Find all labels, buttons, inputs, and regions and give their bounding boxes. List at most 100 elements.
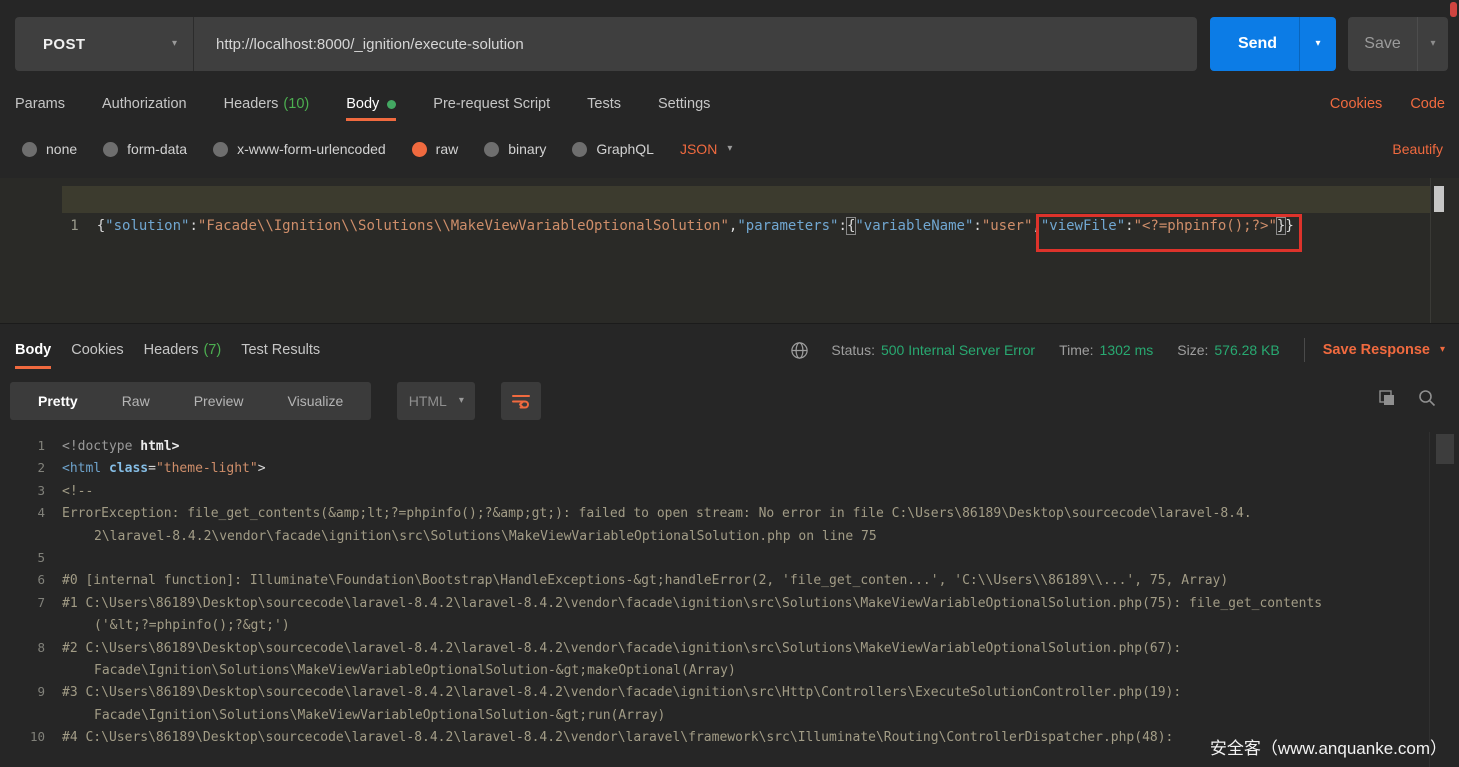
response-code: 1<!doctype html>2<html class="theme-ligh… (0, 434, 1459, 747)
response-code-line: 2\laravel-8.4.2\vendor\facade\ignition\s… (0, 524, 1459, 546)
editor-gutter-line (1430, 178, 1431, 323)
copy-icon (1377, 388, 1397, 408)
line-number: 6 (0, 569, 62, 591)
save-button[interactable]: Save ▾ (1348, 17, 1448, 71)
request-body-line: 1{"solution":"Facade\\Ignition\\Solution… (0, 186, 1459, 213)
response-header: Body Cookies Headers(7) Test Results Sta… (0, 330, 1459, 370)
method-select[interactable]: POST ▾ (15, 17, 194, 71)
tab-label: Pre-request Script (433, 88, 550, 121)
body-mode-x-www-form-urlencoded[interactable]: x-www-form-urlencoded (213, 141, 386, 157)
response-format-select[interactable]: HTML ▾ (397, 382, 475, 420)
tab-body[interactable]: Body (346, 88, 396, 121)
raw-format-label: JSON (680, 141, 717, 157)
size-label: Size: (1177, 342, 1208, 358)
save-response-chevron-icon[interactable]: ▾ (1440, 345, 1445, 355)
response-tab-cookies[interactable]: Cookies (71, 330, 123, 370)
response-actions (1377, 388, 1437, 408)
response-tab-headers[interactable]: Headers(7) (144, 330, 222, 370)
save-response-button[interactable]: Save Response (1323, 342, 1430, 358)
response-code-line: 9#3 C:\Users\86189\Desktop\sourcecode\la… (0, 680, 1459, 702)
body-mode-form-data[interactable]: form-data (103, 141, 187, 157)
save-options-chevron-icon[interactable]: ▾ (1418, 39, 1448, 49)
response-meta: Status: 500 Internal Server Error Time:13… (790, 330, 1445, 370)
line-number: 10 (0, 726, 62, 748)
status-badge: Status: 500 Internal Server Error (831, 342, 1035, 358)
chevron-down-icon: ▾ (459, 396, 464, 406)
time-label: Time: (1059, 342, 1093, 358)
beautify-link[interactable]: Beautify (1392, 132, 1443, 166)
view-tab-pretty[interactable]: Pretty (16, 393, 100, 409)
send-options-chevron-icon[interactable]: ▾ (1300, 39, 1336, 49)
view-tab-visualize[interactable]: Visualize (266, 393, 366, 409)
cookies-link[interactable]: Cookies (1330, 96, 1382, 112)
line-number: 9 (0, 681, 62, 703)
send-label: Send (1210, 35, 1299, 53)
radio-selected-icon (412, 142, 427, 157)
tab-label: Authorization (102, 88, 187, 121)
raw-format-select[interactable]: JSON ▾ (680, 141, 732, 157)
view-tab-raw[interactable]: Raw (100, 393, 172, 409)
view-mode-segmented-control: Pretty Raw Preview Visualize (10, 382, 371, 420)
response-code-line: 2<html class="theme-light"> (0, 456, 1459, 478)
tab-pre-request-script[interactable]: Pre-request Script (433, 88, 550, 121)
line-number: 4 (0, 502, 62, 524)
tab-label: Headers (224, 88, 279, 121)
view-tab-preview[interactable]: Preview (172, 393, 266, 409)
size-value: 576.28 KB (1214, 342, 1279, 358)
radio-icon (484, 142, 499, 157)
radio-icon (572, 142, 587, 157)
body-mode-label: none (46, 141, 77, 157)
request-json-code: {"solution":"Facade\\Ignition\\Solutions… (97, 218, 1294, 234)
tab-settings[interactable]: Settings (658, 88, 710, 121)
response-tab-test-results[interactable]: Test Results (241, 330, 320, 370)
body-mode-raw[interactable]: raw (412, 141, 459, 157)
method-label: POST (43, 36, 85, 53)
search-icon (1417, 388, 1437, 408)
network-globe-icon[interactable] (790, 341, 809, 360)
body-has-content-dot-icon (387, 100, 396, 109)
headers-count-badge: (10) (283, 88, 309, 121)
status-label: Status: (831, 342, 875, 358)
send-button[interactable]: Send ▾ (1210, 17, 1336, 71)
time-badge: Time:1302 ms (1059, 342, 1153, 358)
response-code-line: 5 (0, 546, 1459, 568)
body-mode-none[interactable]: none (22, 141, 77, 157)
line-number: 5 (0, 547, 62, 569)
request-body-editor[interactable]: 1{"solution":"Facade\\Ignition\\Solution… (0, 178, 1459, 323)
response-code-line: 4ErrorException: file_get_contents(&amp;… (0, 501, 1459, 523)
response-headers-count-badge: (7) (203, 342, 221, 358)
body-mode-graphql[interactable]: GraphQL (572, 141, 654, 157)
response-code-line: 3<!-- (0, 479, 1459, 501)
radio-icon (22, 142, 37, 157)
tab-label: Settings (658, 88, 710, 121)
url-input[interactable]: http://localhost:8000/_ignition/execute-… (194, 17, 1197, 71)
radio-icon (213, 142, 228, 157)
search-button[interactable] (1417, 388, 1437, 408)
line-number: 2 (0, 457, 62, 479)
copy-button[interactable] (1377, 388, 1397, 408)
line-number: 3 (0, 480, 62, 502)
response-body-viewer[interactable]: 1<!doctype html>2<html class="theme-ligh… (0, 432, 1459, 767)
wrap-text-button[interactable] (501, 382, 541, 420)
tab-authorization[interactable]: Authorization (102, 88, 187, 121)
window-scrollbar-marker[interactable] (1450, 2, 1457, 17)
tab-params[interactable]: Params (15, 88, 65, 121)
request-links: Cookies Code (1306, 88, 1445, 121)
editor-scrollbar-thumb[interactable] (1434, 186, 1444, 212)
code-link[interactable]: Code (1410, 96, 1445, 112)
viewer-gutter-line (1429, 432, 1430, 767)
tab-tests[interactable]: Tests (587, 88, 621, 121)
response-format-label: HTML (409, 393, 447, 409)
body-mode-binary[interactable]: binary (484, 141, 546, 157)
tab-label: Params (15, 88, 65, 121)
response-scrollbar-thumb[interactable] (1436, 434, 1454, 464)
watermark: 安全客（www.anquanke.com） (1210, 734, 1447, 759)
line-number: 1 (0, 435, 62, 457)
response-tabs: Body Cookies Headers(7) Test Results (15, 330, 340, 370)
response-code-line: 8#2 C:\Users\86189\Desktop\sourcecode\la… (0, 636, 1459, 658)
tab-headers[interactable]: Headers(10) (224, 88, 310, 121)
response-tab-body[interactable]: Body (15, 330, 51, 370)
tab-label: Test Results (241, 342, 320, 358)
size-badge: Size: 576.28 KB (1177, 342, 1280, 358)
status-value: 500 Internal Server Error (881, 342, 1035, 358)
